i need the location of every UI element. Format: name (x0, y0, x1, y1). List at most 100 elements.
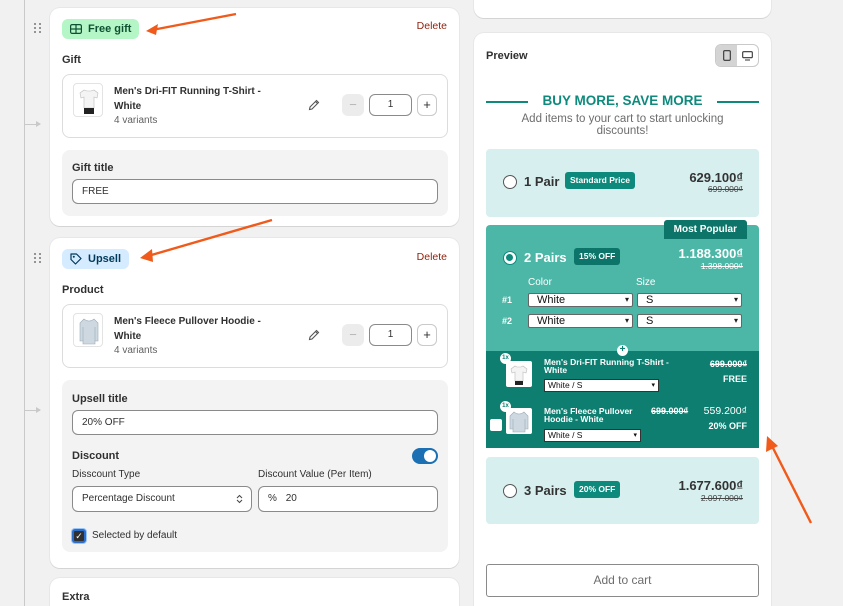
addon-thumbnail (506, 408, 532, 434)
headline: BUY MORE, SAVE MORE (486, 93, 759, 108)
color-value: White (537, 315, 566, 327)
size-select[interactable]: S (637, 314, 742, 328)
quantity-input[interactable]: 1 (369, 94, 412, 116)
quantity-decrease-button[interactable]: − (342, 324, 364, 346)
addon-variant-select[interactable]: White / S (544, 429, 641, 442)
quantity-increase-button[interactable]: + (417, 94, 437, 116)
tier-name: 3 Pairs (524, 483, 567, 498)
upsell-badge: Upsell (62, 249, 130, 269)
tier-radio[interactable] (503, 175, 517, 189)
mobile-view-button[interactable] (716, 45, 737, 66)
tier-old-price: 699.000₫ (707, 184, 743, 194)
discount-value: 20 (285, 493, 297, 504)
device-toggle (715, 44, 759, 67)
desktop-view-button[interactable] (737, 45, 758, 66)
size-select[interactable]: S (637, 293, 742, 307)
tier-old-price: 2.097.000₫ (700, 493, 743, 503)
quantity-increase-button[interactable]: + (417, 324, 437, 346)
tier-1-pair[interactable]: 1 Pair Standard Price 629.100₫ 699.000₫ (486, 149, 759, 217)
discount-value-input[interactable]: % 20 (258, 486, 438, 512)
pencil-icon[interactable] (307, 98, 321, 112)
badge-label: Free gift (88, 23, 132, 35)
tree-line (24, 0, 25, 606)
product-row: Men's Fleece Pullover Hoodie - White 4 v… (62, 304, 448, 368)
tier-name: 2 Pairs (524, 250, 567, 265)
drag-handle[interactable] (34, 23, 42, 33)
upsell-title-input[interactable]: 20% OFF (72, 410, 438, 435)
extra-card: Extra (50, 578, 459, 606)
product-name: Men's Dri-FIT Running T-Shirt - White (114, 86, 261, 112)
row-number: #2 (502, 316, 513, 326)
tier-radio-selected[interactable] (503, 251, 517, 265)
upsell-card: Upsell Delete Product Men's Fleece Pullo… (50, 238, 459, 568)
row-number: #1 (502, 295, 513, 305)
product-name: Men's Fleece Pullover Hoodie - White (114, 316, 261, 342)
addon-discount-label: 20% OFF (708, 421, 747, 431)
tier-pill: 15% OFF (574, 248, 621, 265)
tag-icon (70, 253, 82, 265)
product-thumbnail (73, 313, 103, 347)
tier-radio[interactable] (503, 484, 517, 498)
select-arrows-icon (236, 494, 243, 504)
quantity-decrease-button[interactable]: − (342, 94, 364, 116)
addon-price: 559.200₫ (703, 405, 747, 417)
color-label: Color (528, 277, 552, 288)
product-row: Men's Dri-FIT Running T-Shirt - White 4 … (62, 74, 448, 138)
extra-label: Extra (62, 591, 90, 603)
tier-name: 1 Pair (524, 174, 560, 189)
gift-title-input[interactable]: FREE (72, 179, 438, 204)
preview-card: Preview BUY MORE, SAVE MORE Add items to… (474, 33, 771, 606)
free-gift-badge: Free gift (62, 19, 140, 39)
product-variants: 4 variants (114, 115, 158, 126)
plus-circle-icon: + (617, 345, 628, 356)
addon-checkbox[interactable] (490, 419, 502, 431)
gift-icon (70, 24, 82, 34)
addon-discount-label: FREE (722, 374, 747, 384)
color-select[interactable]: White (528, 293, 633, 307)
subheadline: Add items to your cart to start unlockin… (521, 113, 724, 137)
addon-variant: White / S (548, 380, 583, 390)
discount-value-label: Discount Value (Per Item) (258, 469, 372, 480)
tier-price: 1.188.300₫ (678, 246, 743, 261)
add-to-cart-button[interactable]: Add to cart (486, 564, 759, 597)
upsell-settings-panel: Upsell title 20% OFF Discount Disscount … (62, 380, 448, 552)
gift-title-panel: Gift title FREE (62, 150, 448, 216)
tier-old-price: 1.398.000₫ (700, 261, 743, 271)
discount-toggle[interactable] (412, 448, 438, 464)
addon-name: Men's Dri-FIT Running T-Shirt - White (544, 357, 669, 375)
quantity-input[interactable]: 1 (369, 324, 412, 346)
tier-3-pairs[interactable]: 3 Pairs 20% OFF 1.677.600₫ 2.097.000₫ (486, 457, 759, 524)
addons-panel: + 1x Men's Dri-FIT Running T-Shirt - Whi… (486, 345, 759, 448)
preview-title: Preview (486, 50, 528, 62)
addon-old-price: 699.000₫ (709, 359, 747, 369)
size-value: S (646, 294, 654, 306)
size-value: S (646, 315, 654, 327)
section-label: Product (62, 284, 104, 296)
addon-thumbnail (506, 361, 532, 387)
color-select[interactable]: White (528, 314, 633, 328)
discount-type-value: Percentage Discount (82, 493, 175, 504)
gift-title-label: Gift title (72, 162, 114, 174)
discount-label: Discount (72, 450, 120, 462)
tier-pill: 20% OFF (574, 481, 621, 498)
pencil-icon[interactable] (307, 328, 321, 342)
size-label: Size (636, 277, 656, 288)
tree-branch (24, 121, 41, 127)
gift-card: Free gift Delete Gift Men's Dri-FIT Runn… (50, 8, 459, 226)
selected-by-default-checkbox[interactable]: ✓ (72, 529, 86, 543)
selected-by-default-label: Selected by default (92, 530, 178, 541)
addon-variant: White / S (548, 430, 583, 440)
upsell-title-label: Upsell title (72, 393, 128, 405)
drag-handle[interactable] (34, 253, 42, 263)
delete-button[interactable]: Delete (417, 20, 447, 32)
most-popular-ribbon: Most Popular (663, 220, 747, 239)
delete-button[interactable]: Delete (417, 251, 447, 263)
tree-branch (24, 407, 41, 413)
addon-qty-badge: 1x (500, 353, 511, 364)
color-value: White (537, 294, 566, 306)
discount-type-select[interactable]: Percentage Discount (72, 486, 252, 512)
addon-variant-select[interactable]: White / S (544, 379, 659, 392)
discount-type-label: Disscount Type (72, 469, 141, 480)
mobile-icon (722, 50, 731, 61)
addon-old-price: 699.000₫ (651, 406, 689, 416)
